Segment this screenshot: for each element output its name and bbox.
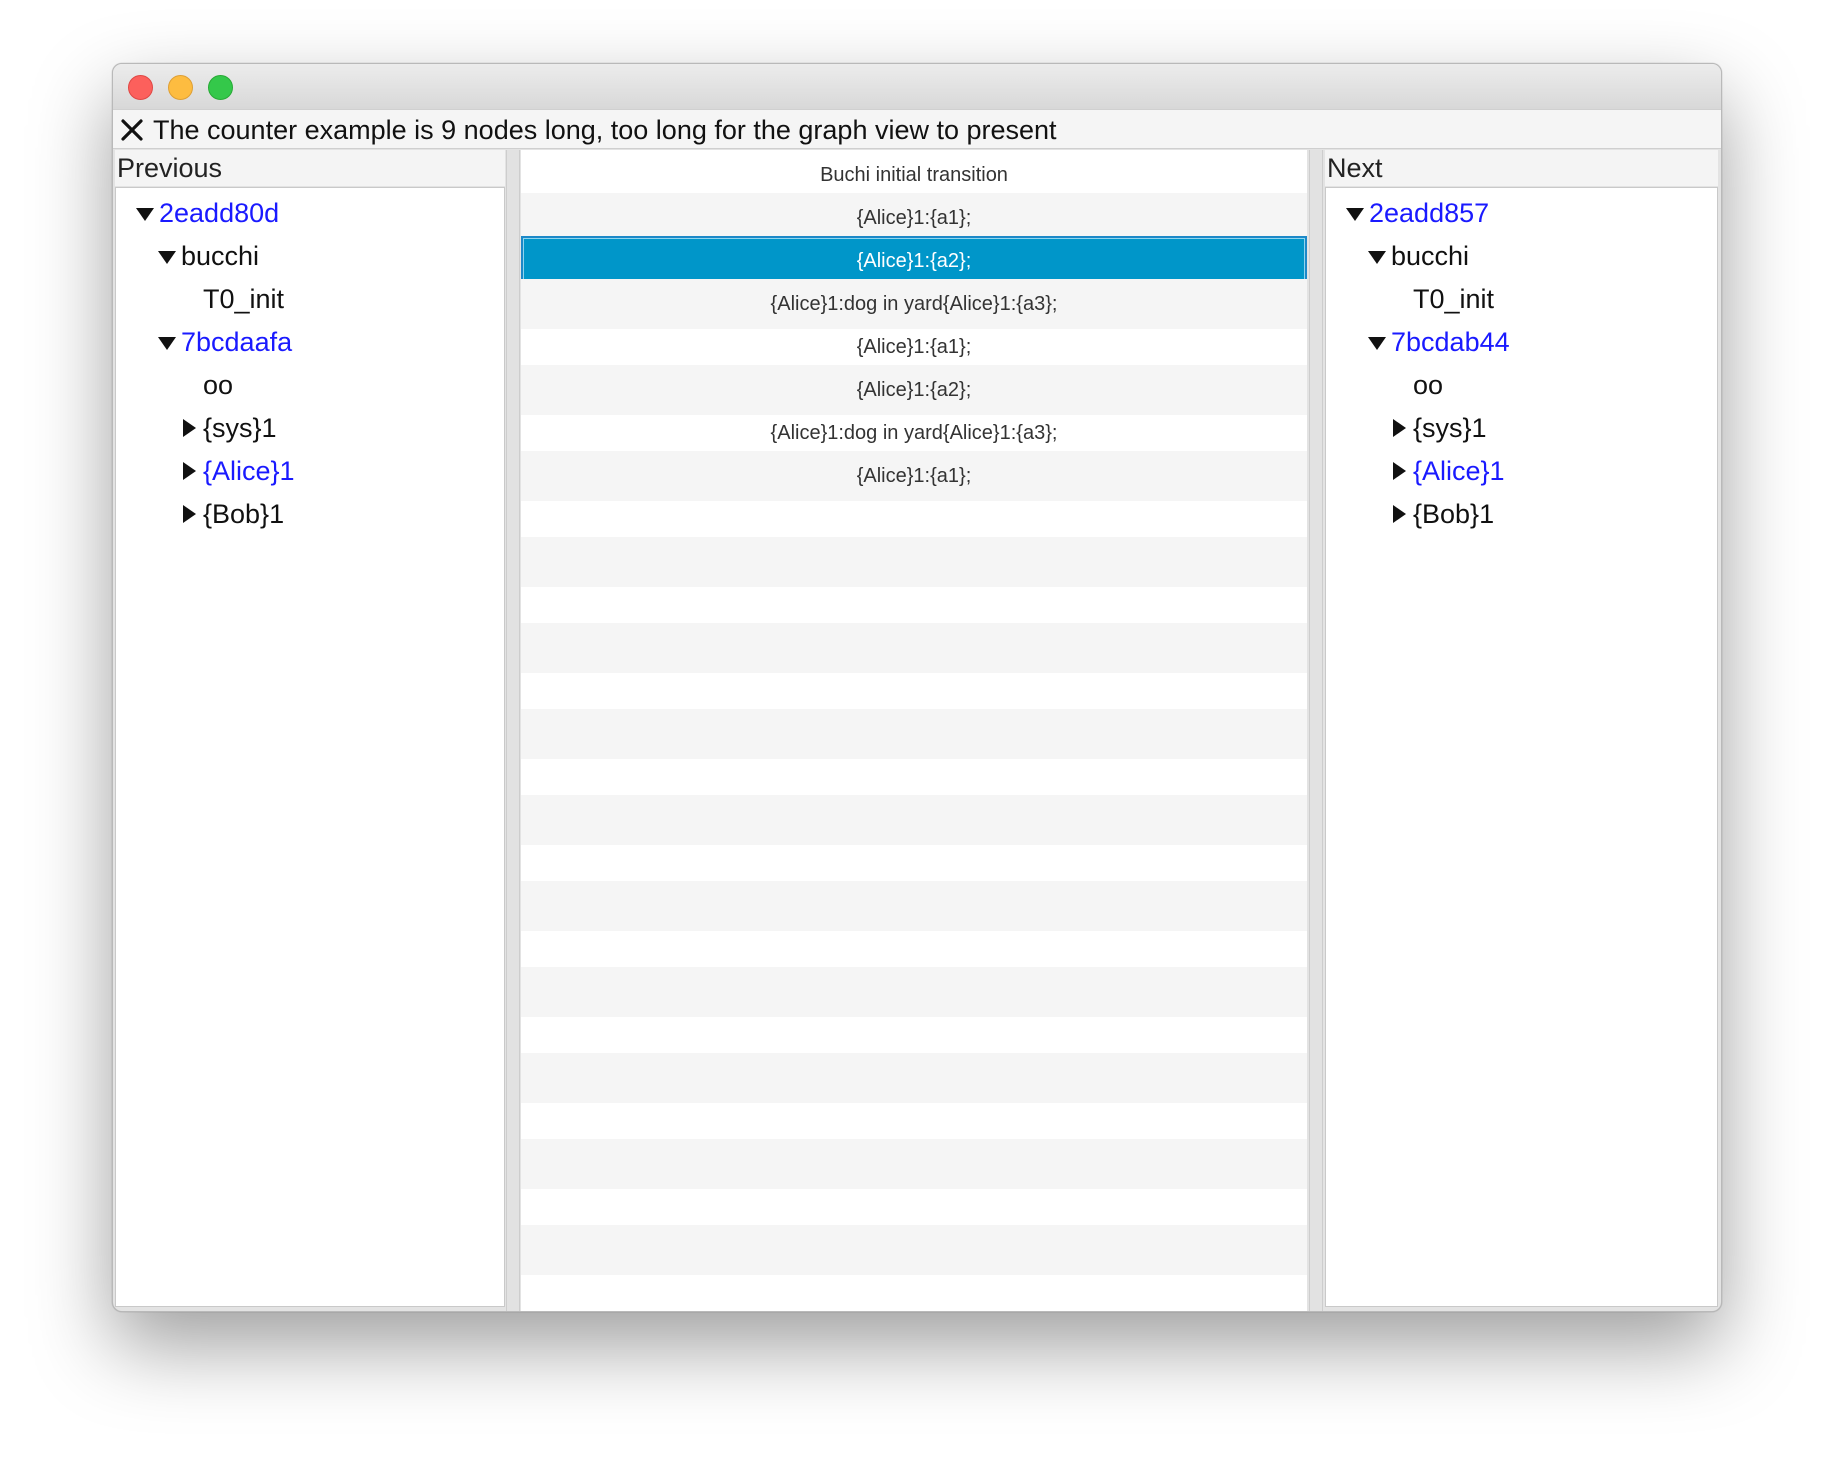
collapse-arrow-icon[interactable] <box>1387 489 1413 539</box>
empty-row <box>521 1268 1307 1311</box>
expand-arrow-icon[interactable] <box>155 317 181 367</box>
expand-arrow-icon[interactable] <box>1365 317 1391 367</box>
right-splitter[interactable] <box>1309 150 1323 1311</box>
tree-node[interactable]: {Bob}1 <box>1387 489 1494 539</box>
notice-message: The counter example is 9 nodes long, too… <box>153 115 1057 145</box>
tree-node[interactable]: {Bob}1 <box>177 489 284 539</box>
expand-arrow-icon[interactable] <box>1365 231 1391 281</box>
left-splitter[interactable] <box>506 150 520 1311</box>
next-pane-title: Next <box>1325 150 1718 186</box>
window-maximize-button[interactable] <box>208 75 233 100</box>
notice-bar: The counter example is 9 nodes long, too… <box>113 109 1721 149</box>
window-minimize-button[interactable] <box>168 75 193 100</box>
tree-node-label: {Bob}1 <box>203 499 285 529</box>
app-window: The counter example is 9 nodes long, too… <box>112 63 1722 1312</box>
title-bar <box>113 64 1721 109</box>
close-icon[interactable] <box>119 117 145 143</box>
transition-list[interactable]: Buchi initial transition {Alice}1:{a1}; … <box>521 150 1307 1311</box>
previous-tree[interactable]: 2eadd80d bucchi T0_init 7bcdaafa oo {sys… <box>115 187 505 1307</box>
expand-arrow-icon[interactable] <box>155 231 181 281</box>
next-tree[interactable]: 2eadd857 bucchi T0_init 7bcdab44 oo {sys… <box>1325 187 1718 1307</box>
tree-node-label: 7bcdaafa <box>181 327 293 357</box>
window-close-button[interactable] <box>128 75 153 100</box>
collapse-arrow-icon[interactable] <box>177 489 203 539</box>
previous-pane-title: Previous <box>115 150 505 186</box>
tree-node-label: 7bcdab44 <box>1391 327 1510 357</box>
tree-node-label: {Bob}1 <box>1413 499 1495 529</box>
